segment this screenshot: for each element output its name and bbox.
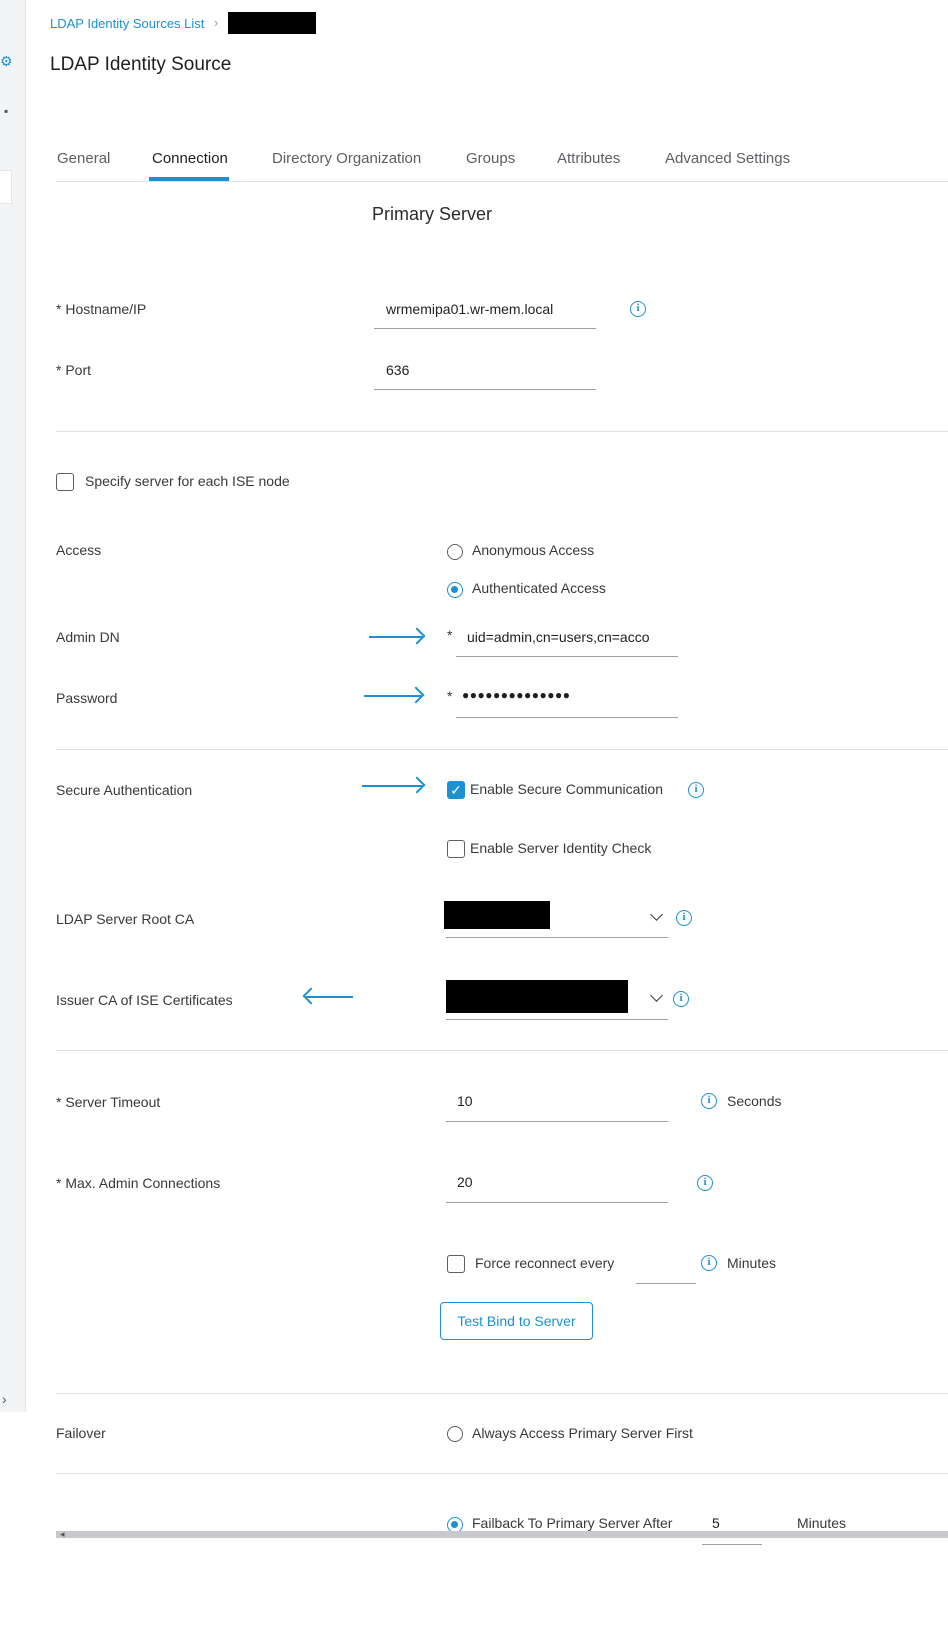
port-input-underline (374, 389, 596, 390)
hostname-input-underline (374, 328, 596, 329)
section-divider (56, 749, 948, 750)
chevron-down-icon[interactable] (650, 989, 663, 1002)
anonymous-access-label: Anonymous Access (472, 542, 595, 558)
hostname-input[interactable]: wrmemipa01.wr-mem.local (386, 301, 553, 317)
tab-general[interactable]: General (57, 150, 110, 167)
force-reconnect-input-underline (636, 1283, 696, 1284)
max-admin-connections-label: * Max. Admin Connections (56, 1175, 221, 1191)
access-label: Access (56, 542, 102, 558)
tab-attributes[interactable]: Attributes (557, 150, 620, 167)
section-title-primary-server: Primary Server (372, 204, 493, 224)
secure-authentication-label: Secure Authentication (56, 782, 193, 798)
specify-server-label: Specify server for each ISE node (85, 473, 290, 489)
authenticated-access-label: Authenticated Access (472, 580, 606, 596)
max-admin-connections-input[interactable]: 20 (457, 1174, 473, 1190)
redacted-root-ca-value[interactable] (444, 901, 550, 929)
chevron-down-icon[interactable] (650, 908, 663, 921)
admin-dn-input[interactable]: uid=admin,cn=users,cn=acco (467, 629, 650, 645)
server-timeout-label: * Server Timeout (56, 1094, 161, 1110)
failback-minutes-input[interactable]: 5 (712, 1515, 720, 1531)
max-admin-connections-input-underline (446, 1202, 668, 1203)
admin-dn-label: Admin DN (56, 629, 120, 645)
section-divider (56, 1393, 948, 1394)
password-input[interactable]: ●●●●●●●●●●●●●● (462, 688, 570, 702)
redacted-source-name (228, 12, 316, 34)
tab-directory-organization[interactable]: Directory Organization (272, 150, 421, 167)
breadcrumb-link[interactable]: LDAP Identity Sources List (50, 16, 204, 31)
section-divider (56, 1473, 948, 1474)
horizontal-scrollbar[interactable] (56, 1531, 948, 1538)
root-ca-select-underline (446, 937, 668, 938)
port-label: * Port (56, 362, 92, 378)
required-mark: * (447, 688, 453, 704)
arrow-icon (369, 636, 422, 638)
sidebar-fragment: ▪ (4, 104, 9, 118)
force-reconnect-label: Force reconnect every (475, 1255, 615, 1271)
enable-secure-communication-checkbox[interactable]: ✓ (447, 781, 465, 799)
breadcrumb-chevron-icon: › (214, 15, 219, 30)
tab-advanced-settings[interactable]: Advanced Settings (665, 150, 790, 167)
force-reconnect-checkbox[interactable] (447, 1255, 465, 1273)
failover-label: Failover (56, 1425, 106, 1441)
admin-dn-input-underline (456, 656, 678, 657)
tab-connection[interactable]: Connection (152, 150, 228, 167)
issuer-ca-select-underline (446, 1019, 668, 1020)
gear-icon[interactable]: ⚙ (0, 54, 14, 68)
server-timeout-unit: Seconds (727, 1093, 782, 1109)
always-access-primary-label: Always Access Primary Server First (472, 1425, 693, 1441)
radio-authenticated-access[interactable] (447, 582, 463, 598)
info-icon[interactable]: i (701, 1093, 717, 1109)
port-input[interactable]: 636 (386, 362, 409, 378)
test-bind-to-server-button[interactable]: Test Bind to Server (440, 1302, 593, 1340)
force-reconnect-unit: Minutes (727, 1255, 777, 1271)
redacted-issuer-ca-value[interactable] (446, 980, 628, 1013)
failback-minutes-unit: Minutes (797, 1515, 847, 1531)
server-timeout-input[interactable]: 10 (457, 1093, 473, 1109)
arrow-icon (362, 785, 422, 787)
specify-server-checkbox[interactable] (56, 473, 74, 491)
scroll-left-arrow-icon[interactable]: ◂ (60, 1529, 65, 1540)
required-mark: * (447, 627, 453, 643)
arrow-icon (364, 695, 421, 697)
sidebar-expand-chevron-icon[interactable]: › (2, 1391, 7, 1407)
section-divider (56, 1050, 948, 1051)
radio-always-access-primary[interactable] (447, 1426, 463, 1442)
left-sidebar (0, 0, 26, 1412)
tab-groups[interactable]: Groups (466, 150, 515, 167)
page-title: LDAP Identity Source (50, 54, 232, 75)
server-timeout-input-underline (446, 1121, 668, 1122)
password-label: Password (56, 690, 118, 706)
failback-to-primary-label: Failback To Primary Server After (472, 1515, 673, 1531)
hostname-label: * Hostname/IP (56, 301, 147, 317)
enable-server-identity-check-checkbox[interactable] (447, 840, 465, 858)
info-icon[interactable]: i (673, 991, 689, 1007)
password-input-underline (456, 717, 678, 718)
enable-secure-communication-label: Enable Secure Communication (470, 781, 663, 797)
issuer-ca-label: Issuer CA of ISE Certificates (56, 992, 233, 1008)
radio-anonymous-access[interactable] (447, 544, 463, 560)
failback-minutes-input-underline (702, 1544, 762, 1545)
ldap-server-root-ca-label: LDAP Server Root CA (56, 911, 195, 927)
tabs-divider (56, 181, 948, 182)
section-divider (56, 431, 948, 432)
sidebar-item[interactable] (0, 170, 12, 204)
arrow-icon (306, 996, 353, 998)
info-icon[interactable]: i (676, 910, 692, 926)
info-icon[interactable]: i (688, 782, 704, 798)
enable-server-identity-check-label: Enable Server Identity Check (470, 840, 652, 856)
info-icon[interactable]: i (701, 1255, 717, 1271)
info-icon[interactable]: i (630, 301, 646, 317)
info-icon[interactable]: i (697, 1175, 713, 1191)
